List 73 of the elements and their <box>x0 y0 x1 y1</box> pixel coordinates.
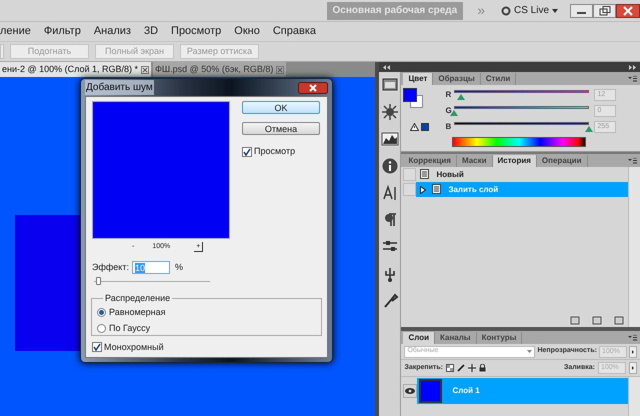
amount-field[interactable]: 10 <box>132 261 170 274</box>
arrow-right-icon[interactable] <box>629 362 637 374</box>
amount-slider[interactable] <box>94 276 210 286</box>
history-marker-icon <box>420 186 426 194</box>
scrollbar[interactable] <box>628 167 640 327</box>
warning-icon[interactable] <box>410 123 420 131</box>
panel-tab[interactable]: Цвет <box>403 73 434 85</box>
panel-tab[interactable]: Каналы <box>435 332 477 344</box>
menu-item[interactable]: Окно <box>234 23 260 40</box>
scrollbar[interactable] <box>628 377 640 416</box>
panel-tab[interactable]: История <box>492 155 537 167</box>
dialog-button[interactable]: Отмена <box>242 122 320 135</box>
arrow-right-icon[interactable] <box>629 346 637 358</box>
color-swatches-drawing[interactable] <box>403 88 424 109</box>
ring-icon <box>500 6 511 16</box>
lock-icon[interactable] <box>479 364 486 372</box>
unit-label: % <box>174 261 183 274</box>
menu-item[interactable]: 3D <box>144 23 158 40</box>
close-icon[interactable] <box>616 4 640 18</box>
channel-slider[interactable] <box>454 89 590 102</box>
lock-transparency-icon[interactable] <box>446 364 454 372</box>
document-icon <box>420 169 430 180</box>
panel-tab[interactable]: Образцы <box>433 73 481 85</box>
panel-tab[interactable]: Контуры <box>476 332 522 344</box>
cs-live-button[interactable]: CS Live <box>500 3 558 18</box>
dialog-title: Добавить шум <box>85 80 154 95</box>
panel-menu-icon[interactable] <box>628 335 637 341</box>
menu-item[interactable]: Справка <box>272 23 316 40</box>
menu-item[interactable]: Просмотр <box>171 23 222 40</box>
channel-label: G <box>445 105 453 117</box>
channel-label: B <box>445 121 452 133</box>
menu-item[interactable]: Анализ <box>94 23 131 40</box>
minimize-icon[interactable] <box>570 4 593 18</box>
document-icon <box>432 184 442 195</box>
panel-tab[interactable]: Слои <box>403 332 436 344</box>
eye-icon <box>405 388 416 394</box>
menu-item[interactable]: ление <box>0 23 31 40</box>
caret-icon <box>527 350 532 353</box>
channel-label: R <box>445 89 452 101</box>
group-label: Распределение <box>103 292 172 305</box>
panel-menu-icon[interactable] <box>628 76 637 82</box>
close-icon[interactable] <box>298 82 328 94</box>
checkbox[interactable]: Монохромный <box>92 340 321 354</box>
panel-tab[interactable]: Коррекция <box>403 155 457 167</box>
layer-row[interactable]: Слой 1 <box>417 378 628 404</box>
history-item[interactable]: Залить слой <box>416 182 628 197</box>
sun-icon[interactable] <box>380 103 399 121</box>
caret-icon <box>552 8 558 12</box>
info-icon[interactable] <box>380 157 399 175</box>
check-icon <box>93 343 101 352</box>
document-tab[interactable]: ФШ.psd @ 50% (6эк, RGB/8) <box>153 62 286 77</box>
layer-thumbnail <box>419 379 442 403</box>
panel-menu-icon[interactable] <box>628 158 637 164</box>
move-icon[interactable] <box>468 364 476 372</box>
restore-icon[interactable] <box>593 4 616 18</box>
check-icon <box>243 148 251 156</box>
histogram-icon[interactable] <box>380 130 399 148</box>
panel-tab[interactable]: Операции <box>536 155 588 167</box>
collapse-icon[interactable] <box>383 64 390 70</box>
dialog-button[interactable]: OK <box>242 101 320 114</box>
visibility-toggle[interactable] <box>403 384 418 398</box>
panel-tab[interactable]: Стили <box>480 73 516 85</box>
radio-button[interactable]: Равномерная <box>97 306 321 319</box>
expand-icon[interactable] <box>629 64 636 70</box>
radio-button[interactable]: По Гауссу <box>97 322 321 336</box>
checkbox[interactable]: Просмотр <box>242 145 320 158</box>
color-spectrum[interactable] <box>452 137 586 147</box>
history-item[interactable]: Новый <box>416 167 628 182</box>
amount-label: Эффект: <box>92 261 129 274</box>
menu-item[interactable]: Фильтр <box>44 23 81 40</box>
web-color-swatch[interactable] <box>421 123 430 131</box>
close-icon[interactable] <box>141 66 150 74</box>
document-tab[interactable]: ени-2 @ 100% (Слой 1, RGB/8) * <box>0 62 152 77</box>
